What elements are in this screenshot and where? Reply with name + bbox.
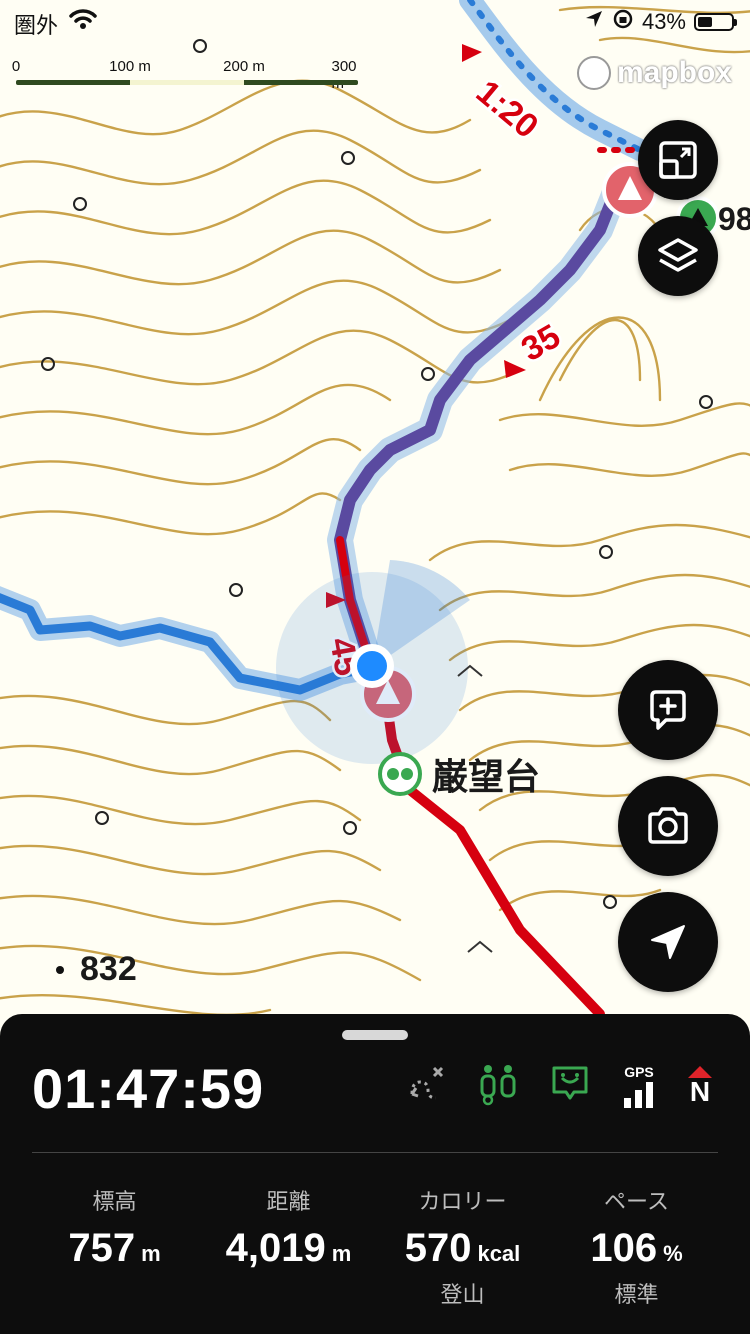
layers-button[interactable] [638,216,718,296]
stat-calories: カロリー 570 kcal 登山 [369,1184,556,1309]
stat-value: 106 [590,1226,658,1270]
status-bar: 圏外 43% [0,0,750,44]
layers-icon [658,238,698,272]
stat-sub: 標準 [614,1282,659,1307]
viewpoint-icon[interactable] [378,752,422,796]
panel-divider [32,1152,718,1153]
mapbox-attribution[interactable]: mapbox [576,56,732,90]
stat-label: 距離 [266,1189,311,1214]
stat-distance: 距離 4,019 m [195,1184,382,1271]
stat-pace: ペース 106% 標準 [543,1184,730,1309]
carrier-label: 圏外 [14,13,59,38]
scale-tick: 100 m [109,58,151,75]
stat-label: ペース [604,1189,669,1214]
orientation-lock-icon [612,8,634,36]
companions-icon[interactable] [478,1062,518,1110]
add-note-icon [650,690,686,730]
fullscreen-icon [659,141,697,179]
stat-value: 757 [68,1226,136,1270]
gps-signal-icon: GPS [622,1064,656,1108]
wifi-icon [68,8,98,36]
stat-unit: m [141,1241,161,1266]
peak-number: 98 [718,201,750,237]
mapbox-wordmark: mapbox [616,56,732,89]
stat-unit: m [331,1241,352,1266]
stat-value: 570 [404,1226,472,1270]
elapsed-timer: 01:47:59 [32,1057,265,1120]
panel-drag-handle[interactable] [342,1030,408,1040]
scale-bar [16,80,358,85]
stat-unit: kcal [477,1241,521,1266]
camera-icon [648,807,688,844]
compass-icon[interactable]: N [688,1066,712,1106]
stat-sub: 登山 [440,1282,485,1307]
camera-button[interactable] [618,776,718,876]
navigation-arrow-icon [651,925,685,959]
elevation-label: 832 [80,950,137,988]
stat-unit: % [663,1241,683,1266]
scale-tick: 200 m [223,58,265,75]
battery-icon [694,13,737,31]
scale-tick: 300 m [331,58,357,92]
locate-button[interactable] [618,892,718,992]
location-arrow-icon [584,9,604,35]
battery-percent: 43% [641,9,686,34]
mapbox-logo-icon [576,56,611,90]
viewpoint-label: 巌望台 [432,756,541,797]
status-icons: GPS N [406,1062,712,1110]
route-off-icon[interactable] [406,1064,446,1108]
compass-label: N [689,1076,711,1107]
stat-label: カロリー [418,1189,507,1214]
message-icon[interactable] [550,1064,590,1108]
stat-elevation: 標高 757 m [21,1184,208,1271]
add-note-button[interactable] [618,660,718,760]
stat-label: 標高 [92,1189,137,1214]
stat-value: 4,019 [225,1226,326,1270]
activity-panel[interactable]: 01:47:59 GPS N 標高 757 m 距離 4,019 m カロリー 57… [0,1014,750,1334]
gps-label: GPS [624,1064,654,1080]
map-scale: 0 100 m 200 m 300 m [12,58,358,94]
fullscreen-button[interactable] [638,120,718,200]
scale-tick: 0 [11,58,21,75]
spot-height-dot [56,966,64,974]
